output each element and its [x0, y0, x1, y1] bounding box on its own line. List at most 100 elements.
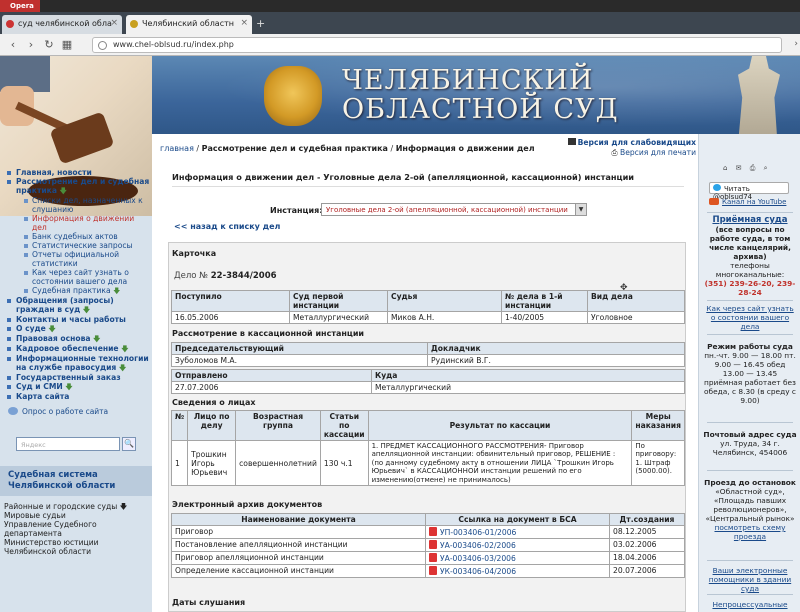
sidebar-item[interactable]: Правовая основа 🡇 [4, 334, 150, 344]
back-to-list-link[interactable]: << назад к списку дел [174, 222, 280, 231]
table-row: Приговор УП-003406-01/2006 08.12.2005 [171, 525, 685, 539]
opera-menu-button[interactable]: Opera [0, 0, 40, 12]
sidebar-item[interactable]: Отчеты официальной статистики [4, 250, 150, 268]
sidebar-item[interactable]: Обращения (запросы) граждан в суд 🡇 [4, 296, 150, 315]
helpers-link[interactable]: Ваши электронные помощники в здании суда [703, 566, 797, 593]
sidebar-item-label: Обращения (запросы) граждан в суд [16, 296, 114, 314]
tab-1[interactable]: суд челябинской обла × [2, 15, 122, 34]
address-title: Почтовый адрес суда [703, 430, 797, 439]
speed-dial-icon[interactable]: ▦ [60, 38, 74, 51]
sidebar-item[interactable]: Информация о движении дел [4, 214, 150, 232]
arrow-down-icon: 🡇 [121, 345, 129, 353]
search-input[interactable]: Яндекс [16, 437, 120, 451]
url-text: www.chel-oblsud.ru/index.php [113, 40, 234, 49]
print-version-link[interactable]: Версия для печати [620, 148, 696, 157]
sidebar-item-label: Банк судебных актов [32, 232, 118, 241]
new-tab-button[interactable]: + [256, 18, 270, 30]
visually-impaired-link[interactable]: Версия для слабовидящих [578, 138, 696, 147]
forward-icon[interactable]: › [24, 38, 38, 51]
sidebar-item[interactable]: Судебная практика 🡇 [4, 286, 150, 296]
sidebar-item-label: Правовая основа [16, 334, 91, 343]
doc-link-text[interactable]: УП-003406-01/2006 [440, 528, 516, 537]
system-menu-item[interactable]: Управление Судебного департамента [4, 520, 150, 538]
th-first-court: Суд первой инстанции [289, 290, 388, 312]
case-number-prefix: Дело № [174, 271, 211, 281]
system-menu-item[interactable]: Министерство юстиции Челябинской области [4, 538, 150, 556]
divider [707, 334, 793, 335]
persons-table: № Лицо по делу Возрастная группа Статьи … [170, 410, 685, 487]
instance-select[interactable]: Уголовные дела 2-ой (апелляционной, касс… [321, 203, 587, 216]
sidebar-item-label: Рассмотрение дел и судебная практика [16, 177, 150, 195]
sidebar-item[interactable]: Статистические запросы [4, 241, 150, 250]
tab-2[interactable]: Челябинский областн × [126, 15, 252, 34]
arrow-down-icon: 🡇 [48, 325, 56, 333]
th-doc-date: Дт.создания [609, 513, 685, 526]
howto-link[interactable]: Как через сайт узнать о состоянии вашего… [703, 304, 797, 331]
sidebar-item[interactable]: Банк судебных актов [4, 232, 150, 241]
arrow-down-icon: 🡇 [82, 306, 91, 314]
title-bar: Opera [0, 0, 800, 12]
transit-box: Проезд до остановок «Областной суд», «Пл… [703, 478, 797, 541]
sidebar-item[interactable]: О суде 🡇 [4, 324, 150, 334]
search-button[interactable]: 🔍 [122, 437, 136, 451]
reload-icon[interactable]: ↻ [42, 38, 56, 51]
sidebar-item-label: Списки дел, назначенных к слушанию [32, 196, 143, 214]
th-article: Статьи по кассации [319, 410, 369, 441]
doc-link-text[interactable]: УК-003406-04/2006 [440, 567, 516, 576]
breadcrumb-row: главная / Рассмотрение дел и судебная пр… [152, 134, 698, 166]
th-doc-link: Ссылка на документ в БСА [425, 513, 610, 526]
cassation-table: Председательствующий Докладчик Зуболомов… [171, 342, 685, 367]
doc-link[interactable]: УА-003406-03/2006 [425, 551, 610, 565]
transit-link[interactable]: посмотреть схему проезда [703, 523, 797, 541]
sidebar-item[interactable]: Контакты и часы работы [4, 315, 150, 324]
url-field[interactable]: www.chel-oblsud.ru/index.php [92, 37, 782, 53]
system-menu-item[interactable]: Мировые судьи [4, 511, 150, 520]
divider [707, 560, 793, 561]
sidebar-item[interactable]: Главная, новости [4, 168, 150, 177]
system-menu-item[interactable]: Районные и городские суды 🡇 [4, 502, 150, 511]
sidebar-item[interactable]: Карта сайта [4, 392, 150, 401]
procedural-link[interactable]: Непроцессуальные [703, 600, 797, 609]
th-measures: Меры наказания [631, 410, 685, 441]
breadcrumb-home[interactable]: главная [160, 144, 194, 153]
sidebar-toggle-icon[interactable]: › [794, 39, 798, 49]
td-person: Трошкин Игорь Юрьевич [187, 439, 237, 487]
td-article: 130 ч.1 [319, 439, 369, 487]
breadcrumb-level2[interactable]: Рассмотрение дел и судебная практика [202, 144, 388, 153]
td-first-case-no: 1-40/2005 [501, 311, 588, 324]
doc-name: Постановление апелляционной инстанции [171, 538, 426, 552]
doc-date: 18.04.2006 [609, 551, 685, 565]
sidebar-item-label: Статистические запросы [32, 241, 133, 250]
reception-phone-label: телефоны многоканальные: [715, 261, 785, 279]
doc-link-text[interactable]: УА-003406-02/2006 [440, 541, 516, 550]
doc-date: 20.07.2006 [609, 564, 685, 578]
td-judge: Миков А.Н. [387, 311, 502, 324]
page-heading: Информация о движении дел - Уголовные де… [172, 172, 684, 187]
ask-link-label: Опрос о работе сайта [22, 407, 109, 416]
sidebar-item[interactable]: Как через сайт узнать о состоянии вашего… [4, 268, 150, 286]
doc-link[interactable]: УП-003406-01/2006 [425, 525, 610, 539]
sent-table: Отправлено Куда 27.07.2006 Металлургичес… [171, 369, 685, 394]
doc-link[interactable]: УК-003406-04/2006 [425, 564, 610, 578]
arrow-down-icon: 🡇 [59, 187, 67, 195]
twitter-follow-button[interactable]: Читать @oblsud74 [709, 182, 789, 201]
sidebar-item[interactable]: Информационные технологии на службе прав… [4, 354, 150, 373]
back-icon[interactable]: ‹ [6, 38, 20, 51]
sidebar-item[interactable]: Списки дел, назначенных к слушанию [4, 196, 150, 214]
main-menu: Главная, новости Рассмотрение дел и судеб… [4, 168, 150, 401]
close-tab-icon[interactable]: × [240, 18, 248, 28]
sidebar-item[interactable]: Суд и СМИ 🡇 [4, 382, 150, 392]
doc-name: Приговор апелляционной инстанции [171, 551, 426, 565]
system-menu-label: Управление Судебного департамента [4, 520, 97, 538]
tool-icons[interactable]: ⌂ ✉ ⎙ ⌕ [723, 164, 771, 173]
doc-link-text[interactable]: УА-003406-03/2006 [440, 554, 516, 563]
close-tab-icon[interactable]: × [110, 18, 118, 28]
sidebar-item[interactable]: Кадровое обеспечение 🡇 [4, 344, 150, 354]
youtube-link[interactable]: Канал на YouTube [709, 198, 786, 206]
doc-link[interactable]: УА-003406-02/2006 [425, 538, 610, 552]
sidebar-item[interactable]: Рассмотрение дел и судебная практика 🡇 [4, 177, 150, 196]
th-person: Лицо по делу [187, 410, 237, 441]
reception-title[interactable]: Приёмная суда [703, 216, 797, 225]
ask-link[interactable]: Опрос о работе сайта [8, 407, 109, 416]
sidebar-item[interactable]: Государственный заказ [4, 373, 150, 382]
